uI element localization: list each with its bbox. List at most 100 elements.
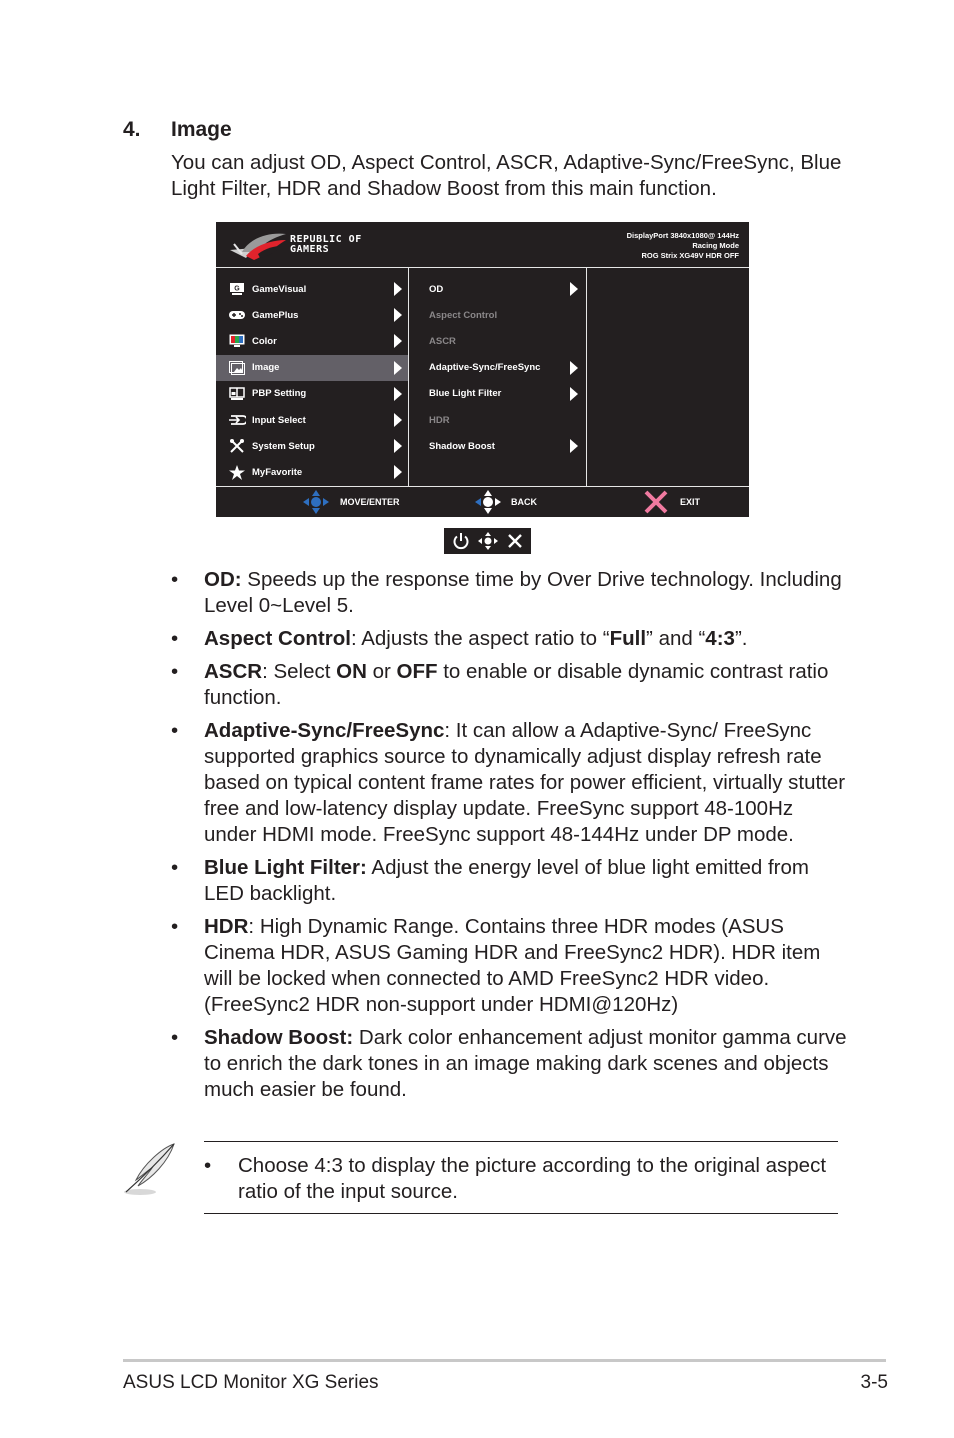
feature-item: • Blue Light Filter: Adjust the energy le… xyxy=(171,855,851,907)
note: • Choose 4:3 to display the picture acco… xyxy=(204,1153,844,1205)
five-way-joystick-icon xyxy=(478,532,499,550)
main-menu-item-color[interactable]: Color xyxy=(216,328,408,354)
note-text: Choose 4:3 to display the picture accord… xyxy=(238,1154,827,1203)
footer-doc-title: ASUS LCD Monitor XG Series xyxy=(123,1372,379,1393)
feature-item: • Aspect Control: Adjusts the aspect rati… xyxy=(171,626,851,652)
feature-item: • Adaptive-Sync/FreeSync: It can allow a … xyxy=(171,718,851,848)
feature-item: • OD: Speeds up the response time by Over… xyxy=(171,567,851,619)
feature-term: ASCR xyxy=(204,660,263,683)
feature-description: : Adjusts the aspect ratio to “ xyxy=(350,627,610,650)
submenu-item-hdr: HDR xyxy=(409,407,586,433)
main-menu-item-image[interactable]: Image xyxy=(216,354,408,381)
feature-item: • Shadow Boost: Dark color enhancement ad… xyxy=(171,1025,851,1103)
feature-item: • HDR: High Dynamic Range. Contains three… xyxy=(171,914,851,1018)
feather-pen-icon xyxy=(124,1143,175,1195)
tools-icon xyxy=(228,439,246,453)
bullet-dot: • xyxy=(171,660,179,683)
monitor-key-bar xyxy=(444,528,531,554)
submenu-item-blue-light-filter[interactable]: Blue Light Filter xyxy=(409,381,586,407)
submenu-item-ascr: ASCR xyxy=(409,328,586,354)
feature-description: ”. xyxy=(734,627,748,650)
exit-hint: EXIT xyxy=(644,487,700,517)
main-menu-label: System Setup xyxy=(252,440,315,452)
chevron-right-icon xyxy=(394,386,402,401)
bullet-dot: • xyxy=(171,1026,179,1049)
input-icon xyxy=(228,413,246,427)
main-menu-label: Color xyxy=(252,335,277,347)
submenu-label: Adaptive-Sync/FreeSync xyxy=(429,362,541,374)
bullet-dot: • xyxy=(171,856,179,879)
brand-line-2: GAMERS xyxy=(290,244,330,255)
feature-emphasis: 4:3 xyxy=(705,627,735,650)
star-icon xyxy=(228,464,246,480)
status-input: DisplayPort 3840x1080@ 144Hz xyxy=(626,231,739,240)
blue-joystick-icon xyxy=(303,490,329,514)
feature-term: Shadow Boost: xyxy=(204,1026,354,1049)
page-number: 3-5 xyxy=(860,1372,888,1393)
chevron-right-icon xyxy=(394,308,402,323)
section-number: 4. xyxy=(123,118,141,141)
main-menu-item-gamevisual[interactable]: G GameVisual xyxy=(216,276,408,302)
feature-term: Blue Light Filter: xyxy=(204,856,367,879)
note-rule-bottom xyxy=(204,1213,838,1214)
main-menu-label: PBP Setting xyxy=(252,388,307,400)
image-icon xyxy=(228,360,246,375)
submenu-item-aspect-control: Aspect Control xyxy=(409,302,586,328)
divider xyxy=(586,268,587,486)
feature-term: Adaptive-Sync/FreeSync xyxy=(204,719,445,742)
main-menu-item-pbp-setting[interactable]: PBP Setting xyxy=(216,381,408,407)
feature-emphasis: ON xyxy=(336,660,367,683)
submenu-label: Blue Light Filter xyxy=(429,388,502,400)
main-menu-label: Input Select xyxy=(252,414,306,426)
feature-description: : Select xyxy=(262,660,337,683)
power-icon xyxy=(453,533,469,550)
exit-x-icon xyxy=(644,490,668,514)
osd-footer: MOVE/ENTER BACK EXIT xyxy=(216,487,749,517)
feature-term: Aspect Control xyxy=(204,627,351,650)
pbp-icon xyxy=(228,387,246,401)
feature-description: or xyxy=(366,660,397,683)
bullet-dot: • xyxy=(171,915,179,938)
move-enter-hint: MOVE/ENTER xyxy=(302,487,400,517)
back-label: BACK xyxy=(511,497,537,507)
submenu-item-od[interactable]: OD xyxy=(409,276,586,302)
feature-description: : High Dynamic Range. Contains three HDR… xyxy=(204,915,821,1016)
rog-eye-logo xyxy=(230,233,286,260)
main-menu-item-system-setup[interactable]: System Setup xyxy=(216,433,408,459)
chevron-right-icon xyxy=(570,386,578,401)
osd-status: DisplayPort 3840x1080@ 144Hz Racing Mode… xyxy=(627,231,739,261)
submenu-item-shadow-boost[interactable]: Shadow Boost xyxy=(409,433,586,459)
back-joystick-icon xyxy=(475,490,501,514)
submenu-label: ASCR xyxy=(429,335,456,347)
main-menu-item-myfavorite[interactable]: MyFavorite xyxy=(216,459,408,485)
chevron-right-icon xyxy=(394,360,402,375)
bullet-dot: • xyxy=(171,568,179,591)
chevron-right-icon xyxy=(394,282,402,297)
main-menu-item-gameplus[interactable]: GamePlus xyxy=(216,302,408,328)
svg-text:G: G xyxy=(234,286,240,293)
chevron-right-icon xyxy=(570,282,578,297)
feature-list: • OD: Speeds up the response time by Over… xyxy=(171,567,851,1110)
move-enter-label: MOVE/ENTER xyxy=(340,497,400,507)
status-mode: Racing Mode xyxy=(692,241,739,250)
submenu-label: Aspect Control xyxy=(429,309,498,321)
gamevisual-icon: G xyxy=(228,282,246,296)
chevron-right-icon xyxy=(394,413,402,428)
divider xyxy=(216,267,749,268)
submenu-label: OD xyxy=(429,283,444,295)
feature-term: HDR xyxy=(204,915,249,938)
note-rule-top xyxy=(204,1141,838,1142)
feature-description: ” and “ xyxy=(646,627,706,650)
submenu-label: HDR xyxy=(429,414,450,426)
exit-label: EXIT xyxy=(680,497,701,507)
osd-header: REPUBLIC OF GAMERS DisplayPort 3840x1080… xyxy=(216,222,749,267)
bullet-dot: • xyxy=(171,627,179,650)
chevron-right-icon xyxy=(570,360,578,375)
main-menu-item-input-select[interactable]: Input Select xyxy=(216,407,408,433)
bullet-dot: • xyxy=(171,719,179,742)
feature-item: • ASCR: Select ON or OFF to enable or dis… xyxy=(171,659,851,711)
color-monitor-icon xyxy=(228,334,246,348)
submenu-item-adaptive-sync[interactable]: Adaptive-Sync/FreeSync xyxy=(409,355,586,381)
main-menu-label: GameVisual xyxy=(252,283,307,295)
main-menu: G GameVisual GamePlus Color Image PBP Se… xyxy=(216,276,408,486)
